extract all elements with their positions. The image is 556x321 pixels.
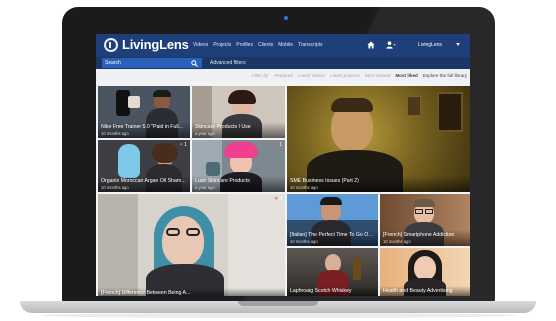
filter-most-viewed[interactable]: Most viewed (365, 73, 391, 78)
video-title[interactable]: SME Business Issues (Part 2) (290, 178, 467, 184)
home-icon[interactable] (367, 41, 375, 49)
laptop-base-notch (238, 301, 318, 306)
video-tile[interactable]: Skincare Products I Use a year ago (192, 86, 285, 138)
search-button[interactable] (188, 58, 202, 68)
laptop-shadow (40, 313, 516, 318)
chevron-down-icon[interactable] (456, 43, 460, 46)
like-count: ♥ 1 (179, 142, 187, 148)
search-input[interactable] (102, 58, 188, 68)
video-tile[interactable]: ♥ 1 Lush Skincare Products a year ago (192, 140, 285, 192)
user-icon[interactable] (386, 41, 396, 49)
video-age: 10 months ago (290, 239, 318, 244)
brand-name[interactable]: LivingLens (122, 37, 189, 52)
video-title[interactable]: Lush Skincare Products (195, 178, 282, 184)
filter-by-label: Filter by: (251, 73, 270, 78)
heart-icon: ♥ (274, 142, 278, 148)
video-tile[interactable]: ♥ 1 Organix Moroccan Argan Oil Shamp... 1… (98, 140, 190, 192)
video-title[interactable]: [Italian] The Perfect Time To Go On... (290, 232, 375, 238)
video-age: 10 months ago (290, 185, 318, 190)
nav-videos[interactable]: Videos (193, 42, 208, 48)
filter-latest-projects[interactable]: Latest projects (330, 73, 360, 78)
video-age: a year ago (195, 185, 215, 190)
filter-most-liked[interactable]: Most liked (395, 73, 417, 78)
video-title[interactable]: [French] Difference Between Being A... (101, 290, 282, 296)
logo-icon[interactable] (104, 38, 118, 52)
video-title[interactable]: Laphroaig Scotch Whiskey (290, 288, 375, 294)
video-title[interactable]: [French] Smartphone Addiction (383, 232, 467, 238)
heart-icon: ♥ (179, 142, 183, 148)
webcam-icon (284, 16, 288, 20)
video-age: 10 months ago (101, 131, 129, 136)
video-tile[interactable]: [Italian] The Perfect Time To Go On... 10… (287, 194, 378, 246)
main-nav: Videos Projects Profiles Clients Mobile … (193, 42, 323, 48)
video-tile[interactable]: SME Business Issues (Part 2) 10 months ag… (287, 86, 470, 192)
app-screen: LivingLens Videos Projects Profiles Clie… (96, 34, 470, 296)
video-tile[interactable]: Nike Free Trainer 5.0 "Paid in Full... 10… (98, 86, 190, 138)
nav-profiles[interactable]: Profiles (236, 42, 253, 48)
like-count: ♥ 3 (274, 196, 282, 202)
filter-featured[interactable]: Featured (274, 73, 292, 78)
video-tile[interactable]: Health and Beauty Advertising (380, 248, 470, 296)
search-icon (191, 60, 198, 67)
account-menu[interactable]: LivingLens (418, 42, 442, 48)
video-title[interactable]: Nike Free Trainer 5.0 "Paid in Full... (101, 124, 187, 130)
explore-library-link[interactable]: Explore the full library (423, 73, 467, 78)
nav-clients[interactable]: Clients (258, 42, 273, 48)
product-mockup: LivingLens Videos Projects Profiles Clie… (0, 0, 556, 321)
nav-projects[interactable]: Projects (213, 42, 231, 48)
filter-latest-videos[interactable]: Latest videos (298, 73, 325, 78)
heart-icon: ♥ (274, 196, 278, 202)
video-title[interactable]: Organix Moroccan Argan Oil Shamp... (101, 178, 187, 184)
video-title[interactable]: Skincare Products I Use (195, 124, 282, 130)
like-count: ♥ 1 (274, 142, 282, 148)
video-age: a year ago (195, 131, 215, 136)
video-tile[interactable]: [French] Smartphone Addiction 10 months a… (380, 194, 470, 246)
video-age: 10 months ago (383, 239, 411, 244)
video-age: 10 months ago (101, 185, 129, 190)
video-tile[interactable]: ♥ 3 [French] Difference Between Being A.… (98, 194, 285, 296)
nav-transcripts[interactable]: Transcripts (298, 42, 323, 48)
nav-mobile[interactable]: Mobile (278, 42, 293, 48)
video-tile[interactable]: Laphroaig Scotch Whiskey (287, 248, 378, 296)
sort-filters: Filter by: Featured Latest videos Latest… (252, 73, 467, 78)
advanced-filters-link[interactable]: Advanced filters (210, 60, 246, 66)
video-title[interactable]: Health and Beauty Advertising (383, 288, 467, 294)
